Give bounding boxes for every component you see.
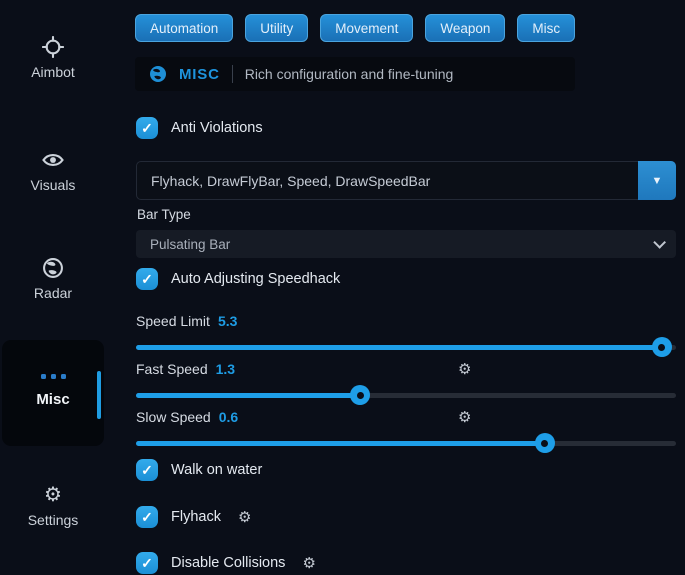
checkbox-checked[interactable]: ✓ <box>136 117 158 139</box>
sidebar-item-label: Settings <box>28 512 79 528</box>
dropdown-arrow-icon: ▼ <box>652 175 663 187</box>
checkbox-label: Disable Collisions <box>171 555 285 571</box>
tab-misc[interactable]: Misc <box>517 14 575 42</box>
check-icon: ✓ <box>141 272 153 286</box>
gear-icon[interactable]: ⚙ <box>458 360 471 378</box>
checkbox-checked[interactable]: ✓ <box>136 506 158 528</box>
bar-type-select-value: Pulsating Bar <box>150 237 653 252</box>
header-divider <box>232 65 233 83</box>
slider-fill <box>136 345 662 350</box>
gear-icon[interactable]: ⚙ <box>302 554 315 572</box>
thumb-hole <box>541 440 548 447</box>
checkbox-checked[interactable]: ✓ <box>136 552 158 574</box>
slider-speed-limit: Speed Limit 5.3 <box>136 313 676 359</box>
checkbox-row-disable-collisions[interactable]: ✓ Disable Collisions ⚙ <box>136 551 316 575</box>
globe-icon <box>42 257 64 279</box>
tab-weapon[interactable]: Weapon <box>425 14 505 42</box>
multiselect-dropdown-button[interactable]: ▼ <box>638 161 676 200</box>
slider-fill <box>136 441 545 446</box>
slider-label: Speed Limit <box>136 313 210 329</box>
sidebar-item-label: Misc <box>36 391 69 408</box>
checkbox-label: Anti Violations <box>171 120 263 136</box>
globe-icon <box>149 65 167 83</box>
sidebar-item-label: Visuals <box>31 177 76 193</box>
slider-thumb[interactable] <box>535 433 555 453</box>
tab-utility[interactable]: Utility <box>245 14 308 42</box>
slider-label: Fast Speed <box>136 361 208 377</box>
thumb-hole <box>658 344 665 351</box>
checkbox-label: Flyhack <box>171 509 221 525</box>
slider-slow-speed: Slow Speed 0.6 ⚙ <box>136 409 676 455</box>
thumb-hole <box>357 392 364 399</box>
slider-value: 5.3 <box>218 313 237 329</box>
tab-movement[interactable]: Movement <box>320 14 413 42</box>
checkbox-row-walk-on-water[interactable]: ✓ Walk on water <box>136 458 262 482</box>
sidebar-item-label: Radar <box>34 285 72 301</box>
sidebar-item-visuals[interactable]: Visuals <box>0 149 106 193</box>
chevron-down-icon <box>653 236 666 249</box>
check-icon: ✓ <box>141 510 153 524</box>
gear-icon: ⚙ <box>44 484 62 506</box>
sidebar-item-misc[interactable]: Misc <box>2 340 104 446</box>
sidebar: Aimbot Visuals Radar Misc ⚙ Settings <box>0 0 110 563</box>
tab-automation[interactable]: Automation <box>135 14 233 42</box>
slider-thumb[interactable] <box>652 337 672 357</box>
sidebar-item-radar[interactable]: Radar <box>0 257 106 301</box>
slider-head: Fast Speed 1.3 <box>136 361 676 377</box>
bar-type-select[interactable]: Pulsating Bar <box>136 230 676 258</box>
sidebar-item-settings[interactable]: ⚙ Settings <box>0 484 106 528</box>
slider-fill <box>136 393 360 398</box>
multiselect-value: Flyhack, DrawFlyBar, Speed, DrawSpeedBar <box>137 173 430 189</box>
bar-type-label: Bar Type <box>137 207 191 222</box>
selection-accent-bar <box>97 371 101 419</box>
checkbox-row-flyhack[interactable]: ✓ Flyhack ⚙ <box>136 505 251 529</box>
check-icon: ✓ <box>141 556 153 570</box>
slider-value: 0.6 <box>219 409 238 425</box>
check-icon: ✓ <box>141 463 153 477</box>
sidebar-item-label: Aimbot <box>31 64 75 80</box>
eye-icon <box>42 149 64 171</box>
slider-track[interactable] <box>136 345 676 350</box>
slider-head: Speed Limit 5.3 <box>136 313 676 329</box>
checkbox-row-auto-adjusting-speedhack[interactable]: ✓ Auto Adjusting Speedhack <box>136 267 340 291</box>
tab-bar: Automation Utility Movement Weapon Misc <box>135 14 595 42</box>
checkbox-row-anti-violations[interactable]: ✓ Anti Violations <box>136 116 263 140</box>
section-header: MISC Rich configuration and fine-tuning <box>135 57 575 91</box>
feature-multiselect[interactable]: Flyhack, DrawFlyBar, Speed, DrawSpeedBar… <box>136 161 676 200</box>
slider-track[interactable] <box>136 393 676 398</box>
slider-thumb[interactable] <box>350 385 370 405</box>
checkbox-checked[interactable]: ✓ <box>136 268 158 290</box>
slider-value: 1.3 <box>216 361 235 377</box>
slider-fast-speed: Fast Speed 1.3 ⚙ <box>136 361 676 407</box>
checkbox-label: Auto Adjusting Speedhack <box>171 271 340 287</box>
section-title: MISC <box>179 66 220 83</box>
slider-track[interactable] <box>136 441 676 446</box>
ellipsis-icon <box>41 374 66 379</box>
check-icon: ✓ <box>141 121 153 135</box>
gear-icon[interactable]: ⚙ <box>458 408 471 426</box>
sidebar-item-aimbot[interactable]: Aimbot <box>0 36 106 80</box>
slider-head: Slow Speed 0.6 <box>136 409 676 425</box>
gear-icon[interactable]: ⚙ <box>238 508 251 526</box>
checkbox-label: Walk on water <box>171 462 262 478</box>
crosshair-icon <box>42 36 64 58</box>
checkbox-checked[interactable]: ✓ <box>136 459 158 481</box>
slider-label: Slow Speed <box>136 409 211 425</box>
section-subtitle: Rich configuration and fine-tuning <box>245 66 454 82</box>
